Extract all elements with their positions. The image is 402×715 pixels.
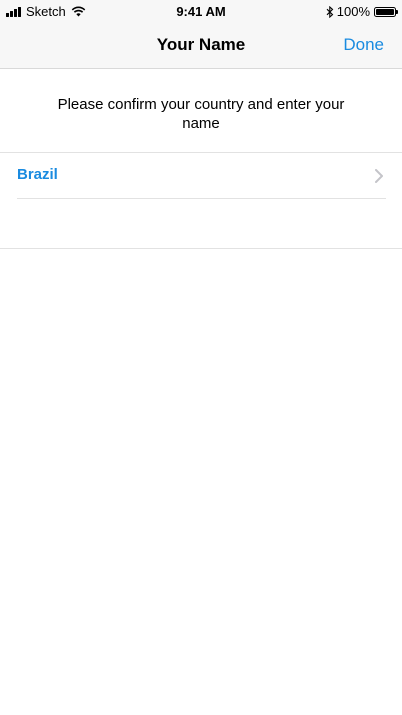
navigation-bar: Your Name Done	[0, 22, 402, 69]
bluetooth-icon	[326, 5, 334, 18]
chevron-right-icon	[375, 169, 383, 183]
instruction-text: Please confirm your country and enter yo…	[57, 96, 345, 132]
country-selector-row[interactable]: Brazil	[17, 153, 386, 199]
done-button[interactable]: Done	[343, 35, 384, 55]
page-title: Your Name	[156, 35, 246, 54]
name-input-divider	[0, 248, 402, 249]
battery-icon	[374, 6, 398, 17]
battery-percent: 100%	[336, 4, 370, 19]
status-right: 100%	[326, 4, 398, 19]
country-label: Brazil	[17, 166, 58, 183]
status-bar: Sketch 9:41 AM 100%	[0, 0, 402, 22]
